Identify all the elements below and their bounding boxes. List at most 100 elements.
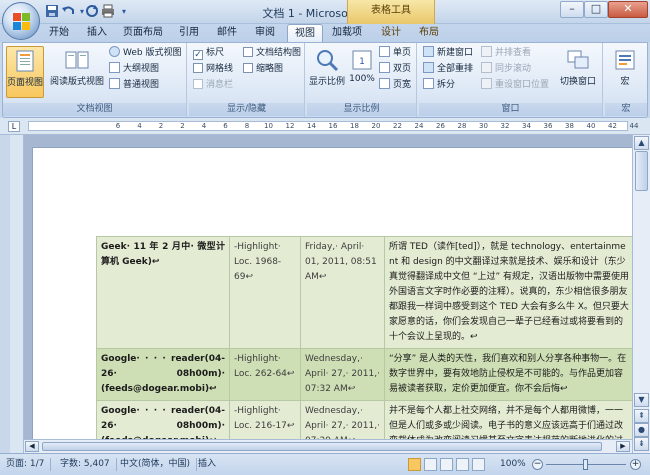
outline-view-icon[interactable] <box>456 458 469 471</box>
document-map-checkbox[interactable]: 文档结构图 <box>243 46 301 60</box>
tab-insert[interactable]: 插入 <box>80 24 114 42</box>
switch-window-icon <box>566 48 590 72</box>
table-cell-date[interactable]: Friday,· April· 01, 2011, 08:51 AM↩ <box>300 236 385 349</box>
page-width-icon <box>379 78 390 89</box>
ruler-checkbox[interactable]: ✓ 标尺 <box>193 46 224 60</box>
minimize-button[interactable]: – <box>560 1 584 18</box>
print-layout-button[interactable]: 页面视图 <box>6 46 44 98</box>
tab-mailings[interactable]: 邮件 <box>210 24 244 42</box>
table-cell-location[interactable]: -Highlight· Loc. 262-64↩ <box>229 348 301 401</box>
ruler-tick-label: 10 <box>264 122 273 130</box>
split-button[interactable]: 拆分 <box>423 78 455 92</box>
zoom-100-icon: 1 <box>350 48 374 72</box>
message-bar-checkbox[interactable]: 消息栏 <box>193 78 233 92</box>
unchecked-icon <box>243 63 253 73</box>
arrange-all-button[interactable]: 全部重排 <box>423 62 473 76</box>
table-cell-location[interactable]: -Highlight· Loc. 1968-69↩ <box>229 236 301 349</box>
save-icon[interactable] <box>44 4 60 20</box>
scroll-down-icon[interactable]: ▼ <box>634 393 649 407</box>
draft-view-icon[interactable] <box>472 458 485 471</box>
svg-text:1: 1 <box>359 57 365 67</box>
ruler-tick-label: 4 <box>201 122 207 130</box>
ruler-tick-label: 32 <box>500 122 510 130</box>
tab-review[interactable]: 审阅 <box>248 24 282 42</box>
redo-icon[interactable] <box>84 4 100 20</box>
scroll-left-icon[interactable]: ◀ <box>25 441 39 452</box>
one-page-button[interactable]: 单页 <box>379 46 411 60</box>
tab-table-layout[interactable]: 布局 <box>412 24 446 42</box>
insert-mode[interactable]: 插入 <box>198 458 222 471</box>
tab-home[interactable]: 开始 <box>42 24 76 42</box>
sync-scroll-button[interactable]: 同步滚动 <box>481 62 531 76</box>
table-cell-source[interactable]: Google· · · · reader(04-26· 08h00m)· (fe… <box>96 348 230 401</box>
word-count[interactable]: 字数: 5,407 <box>60 458 117 471</box>
tab-view[interactable]: 视图 <box>287 24 323 42</box>
customize-quick-access-icon[interactable]: ▾ <box>116 4 132 20</box>
scroll-thumb[interactable] <box>635 151 648 191</box>
horizontal-scrollbar[interactable]: ◀ ▶ <box>24 439 632 453</box>
print-layout-label: 页面视图 <box>7 78 44 88</box>
vertical-ruler[interactable] <box>10 135 24 453</box>
draft-label: 普通视图 <box>123 80 160 90</box>
side-by-side-label: 并排查看 <box>495 48 532 58</box>
zoom-level[interactable]: 100% <box>500 458 526 471</box>
maximize-button[interactable]: □ <box>584 1 608 18</box>
group-window: 新建窗口 全部重排 拆分 并排查看 同步滚动 重设窗口位置 切换窗口 窗口 <box>419 43 603 117</box>
new-window-icon <box>423 46 434 57</box>
zoom-slider-thumb[interactable] <box>583 459 588 470</box>
horizontal-scroll-thumb[interactable] <box>42 442 602 451</box>
ruler-tick-label: 18 <box>350 122 359 130</box>
zoom-in-icon[interactable]: + <box>630 459 641 470</box>
two-pages-button[interactable]: 双页 <box>379 62 411 76</box>
next-page-icon[interactable]: ⇟ <box>634 437 649 451</box>
web-layout-label: Web 版式视图 <box>123 48 182 58</box>
language-indicator[interactable]: 中文(简体，中国) <box>120 458 198 471</box>
table-row[interactable]: Geek· 11 年 2 月中· 微型计算机 Geek)↩ -Highlight… <box>96 236 635 349</box>
table-cell-source[interactable]: Geek· 11 年 2 月中· 微型计算机 Geek)↩ <box>96 236 230 349</box>
outline-icon <box>109 62 120 73</box>
print-layout-view-icon[interactable] <box>408 458 421 471</box>
side-by-side-button[interactable]: 并排查看 <box>481 46 531 60</box>
reading-view-icon[interactable] <box>424 458 437 471</box>
ruler-ticks: 6 4 2 2 4 6 8 10 12 14 16 18 20 22 24 26 28 30 32 34 36 38 40 4… <box>0 121 650 132</box>
vertical-scrollbar[interactable]: ▲ ▼ ⇞ ● ⇟ <box>632 135 650 453</box>
zoom-100-button[interactable]: 1 100% <box>347 46 377 98</box>
page-indicator[interactable]: 页面: 1/7 <box>6 458 52 471</box>
close-button[interactable]: ✕ <box>608 1 648 18</box>
table-row[interactable]: Google· · · · reader(04-26· 08h00m)· (fe… <box>96 348 635 401</box>
horizontal-ruler[interactable]: L 6 4 2 2 4 6 8 10 12 14 16 18 20 22 24 26 28 30 32 34 36 38 4… <box>0 118 650 135</box>
data-table[interactable]: Geek· 11 年 2 月中· 微型计算机 Geek)↩ -Highlight… <box>96 236 635 468</box>
scroll-right-icon[interactable]: ▶ <box>616 441 630 452</box>
table-cell-text[interactable]: 所谓 TED（读作[ted]），就是 technology、entertainm… <box>384 236 635 349</box>
gridlines-checkbox[interactable]: 网格线 <box>193 62 233 76</box>
new-window-button[interactable]: 新建窗口 <box>423 46 473 60</box>
one-page-label: 单页 <box>393 48 412 58</box>
outline-label: 大纲视图 <box>123 64 160 74</box>
switch-window-button[interactable]: 切换窗口 <box>557 46 599 98</box>
zoom-button[interactable]: 显示比例 <box>309 46 345 98</box>
thumbnails-checkbox[interactable]: 缩略图 <box>243 62 283 76</box>
group-document-views: 页面视图 阅读版式视图 Web 版式视图 大纲视图 普通视图 文档视图 <box>3 43 187 117</box>
previous-page-icon[interactable]: ⇞ <box>634 409 649 423</box>
page-width-button[interactable]: 页宽 <box>379 78 411 92</box>
draft-button[interactable]: 普通视图 <box>109 78 159 92</box>
zoom-out-icon[interactable]: − <box>532 459 543 470</box>
web-layout-button[interactable]: Web 版式视图 <box>109 46 181 60</box>
browse-object-icon[interactable]: ● <box>634 423 649 437</box>
reset-window-position-button[interactable]: 重设窗口位置 <box>481 78 549 92</box>
scroll-up-icon[interactable]: ▲ <box>634 136 649 150</box>
table-cell-text[interactable]: “分享” 是人类的天性，我们喜欢和别人分享各种事物一。在数字世界中，要有效地防止… <box>384 348 635 401</box>
office-button[interactable] <box>2 2 40 40</box>
tab-table-design[interactable]: 设计 <box>374 24 408 42</box>
ruler-tick-label: 34 <box>522 122 531 130</box>
tab-page-layout[interactable]: 页面布局 <box>118 24 168 42</box>
macros-button[interactable]: 宏 <box>607 46 643 98</box>
tab-addins[interactable]: 加载项 <box>327 24 367 42</box>
print-icon[interactable] <box>100 4 116 20</box>
table-cell-date[interactable]: Wednesday,· April· 27,· 2011,· 07:32 AM↩ <box>300 348 385 401</box>
web-view-icon[interactable] <box>440 458 453 471</box>
tab-references[interactable]: 引用 <box>172 24 206 42</box>
two-pages-icon <box>379 62 390 73</box>
outline-button[interactable]: 大纲视图 <box>109 62 159 76</box>
reading-layout-button[interactable]: 阅读版式视图 <box>47 46 107 98</box>
